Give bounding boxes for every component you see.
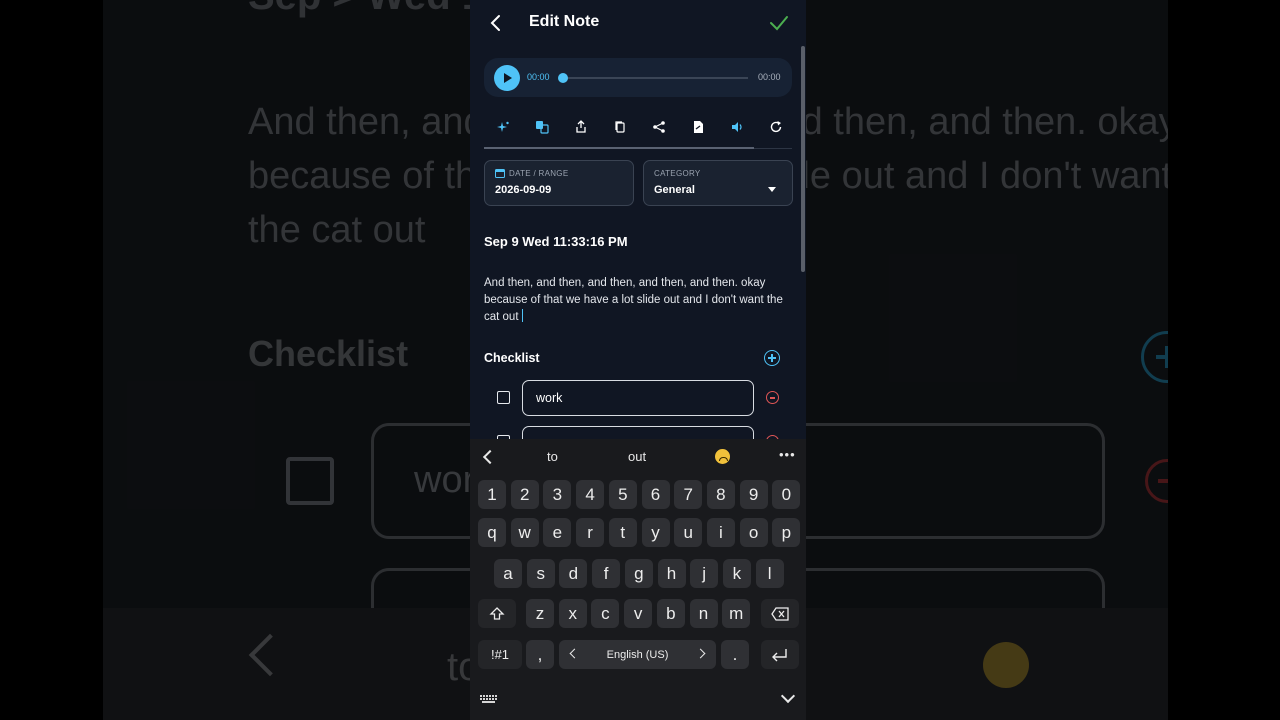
key-5[interactable]: 5 (608, 480, 637, 509)
key-9[interactable]: 9 (739, 480, 768, 509)
shift-key[interactable] (478, 599, 516, 628)
text-cursor (521, 309, 523, 322)
sparkle-icon[interactable] (496, 120, 510, 134)
key-p[interactable]: p (772, 518, 801, 547)
key-c[interactable]: c (591, 599, 620, 628)
backspace-key[interactable] (761, 599, 799, 628)
comma-key[interactable]: , (526, 640, 554, 669)
copy-icon[interactable] (613, 120, 627, 134)
key-l[interactable]: l (755, 559, 784, 588)
key-u[interactable]: u (674, 518, 703, 547)
key-z[interactable]: z (526, 599, 554, 628)
share-upload-icon[interactable] (574, 120, 588, 134)
key-n[interactable]: n (689, 599, 718, 628)
date-range-value: 2026-09-09 (495, 184, 552, 196)
key-r[interactable]: r (576, 518, 605, 547)
cursor-left-icon (569, 648, 580, 659)
key-h[interactable]: h (657, 559, 686, 588)
emoji-suggestion-icon[interactable] (715, 449, 730, 464)
calendar-icon (495, 169, 505, 178)
shift-icon (489, 606, 505, 620)
audio-seek-handle[interactable] (558, 73, 568, 83)
key-a[interactable]: a (494, 559, 522, 588)
date-range-label: DATE / RANGE (509, 169, 569, 178)
suggestion-2[interactable]: out (628, 449, 646, 464)
remove-circle-icon[interactable] (766, 391, 779, 404)
scrollbar[interactable] (801, 46, 805, 272)
key-1[interactable]: 1 (478, 480, 506, 509)
share-icon[interactable] (652, 120, 666, 134)
hide-keyboard-icon[interactable] (780, 688, 796, 704)
keyboard-language: English (US) (606, 648, 669, 661)
key-q[interactable]: q (478, 518, 506, 547)
key-v[interactable]: v (624, 599, 653, 628)
key-6[interactable]: 6 (641, 480, 670, 509)
enter-key[interactable] (761, 640, 799, 669)
key-0[interactable]: 0 (772, 480, 801, 509)
suggestion-bar: to out ••• (470, 439, 806, 477)
cursor-right-icon (695, 648, 706, 659)
phone-screen: Edit Note 00:00 00:00 DATE / RANGE 2026-… (470, 0, 806, 720)
enter-icon (772, 648, 787, 661)
key-e[interactable]: e (543, 518, 572, 547)
key-k[interactable]: k (722, 559, 751, 588)
on-screen-keyboard: to out ••• 1234567890 qwertyuiop asdfghj… (470, 439, 806, 720)
key-x[interactable]: x (558, 599, 587, 628)
category-label: CATEGORY (654, 169, 701, 178)
add-circle-icon[interactable] (764, 350, 780, 366)
app-bar: Edit Note (470, 0, 806, 46)
speaker-icon[interactable] (730, 120, 744, 134)
note-timestamp: Sep 9 Wed 11:33:16 PM (484, 234, 628, 249)
note-toolbar (484, 114, 792, 140)
note-body-textarea[interactable]: And then, and then, and then, and then, … (484, 275, 784, 326)
checklist-item-input[interactable]: work (522, 380, 754, 416)
period-key[interactable]: . (721, 640, 749, 669)
more-icon[interactable]: ••• (779, 447, 796, 462)
refresh-icon[interactable] (769, 120, 783, 134)
play-icon[interactable] (494, 65, 520, 91)
category-value: General (654, 184, 695, 196)
key-d[interactable]: d (559, 559, 588, 588)
page-title: Edit Note (529, 13, 600, 30)
chevron-left-icon[interactable] (482, 449, 498, 465)
key-8[interactable]: 8 (706, 480, 735, 509)
space-key[interactable]: English (US) (559, 640, 716, 669)
key-o[interactable]: o (739, 518, 768, 547)
key-y[interactable]: y (641, 518, 670, 547)
check-icon[interactable] (768, 12, 790, 34)
key-i[interactable]: i (706, 518, 735, 547)
chevron-left-icon[interactable] (486, 13, 506, 33)
chevron-down-icon (768, 187, 776, 192)
key-f[interactable]: f (592, 559, 621, 588)
toolbar-scroll-indicator (484, 147, 754, 149)
key-s[interactable]: s (526, 559, 555, 588)
key-m[interactable]: m (722, 599, 751, 628)
date-range-picker[interactable]: DATE / RANGE 2026-09-09 (484, 160, 634, 206)
pdf-icon[interactable] (691, 120, 705, 134)
key-3[interactable]: 3 (543, 480, 572, 509)
backspace-icon (771, 606, 789, 621)
key-w[interactable]: w (510, 518, 539, 547)
symbols-key[interactable]: !#1 (478, 640, 522, 669)
audio-total-time: 00:00 (758, 72, 781, 82)
audio-current-time: 00:00 (527, 72, 550, 82)
key-7[interactable]: 7 (674, 480, 703, 509)
key-g[interactable]: g (624, 559, 653, 588)
key-t[interactable]: t (608, 518, 637, 547)
keyboard-grid-icon[interactable] (480, 695, 497, 703)
checklist-title: Checklist (484, 351, 540, 365)
key-b[interactable]: b (656, 599, 685, 628)
audio-player: 00:00 00:00 (484, 58, 792, 97)
note-body-text: And then, and then, and then, and then, … (484, 277, 783, 323)
key-2[interactable]: 2 (510, 480, 539, 509)
key-4[interactable]: 4 (576, 480, 605, 509)
suggestion-1[interactable]: to (547, 449, 558, 464)
checklist-checkbox[interactable] (497, 391, 510, 404)
key-j[interactable]: j (690, 559, 719, 588)
checklist-item-text: work (536, 391, 563, 405)
translate-icon[interactable] (535, 120, 549, 134)
audio-seek-bar[interactable] (563, 77, 748, 79)
category-dropdown[interactable]: CATEGORY General (643, 160, 793, 206)
